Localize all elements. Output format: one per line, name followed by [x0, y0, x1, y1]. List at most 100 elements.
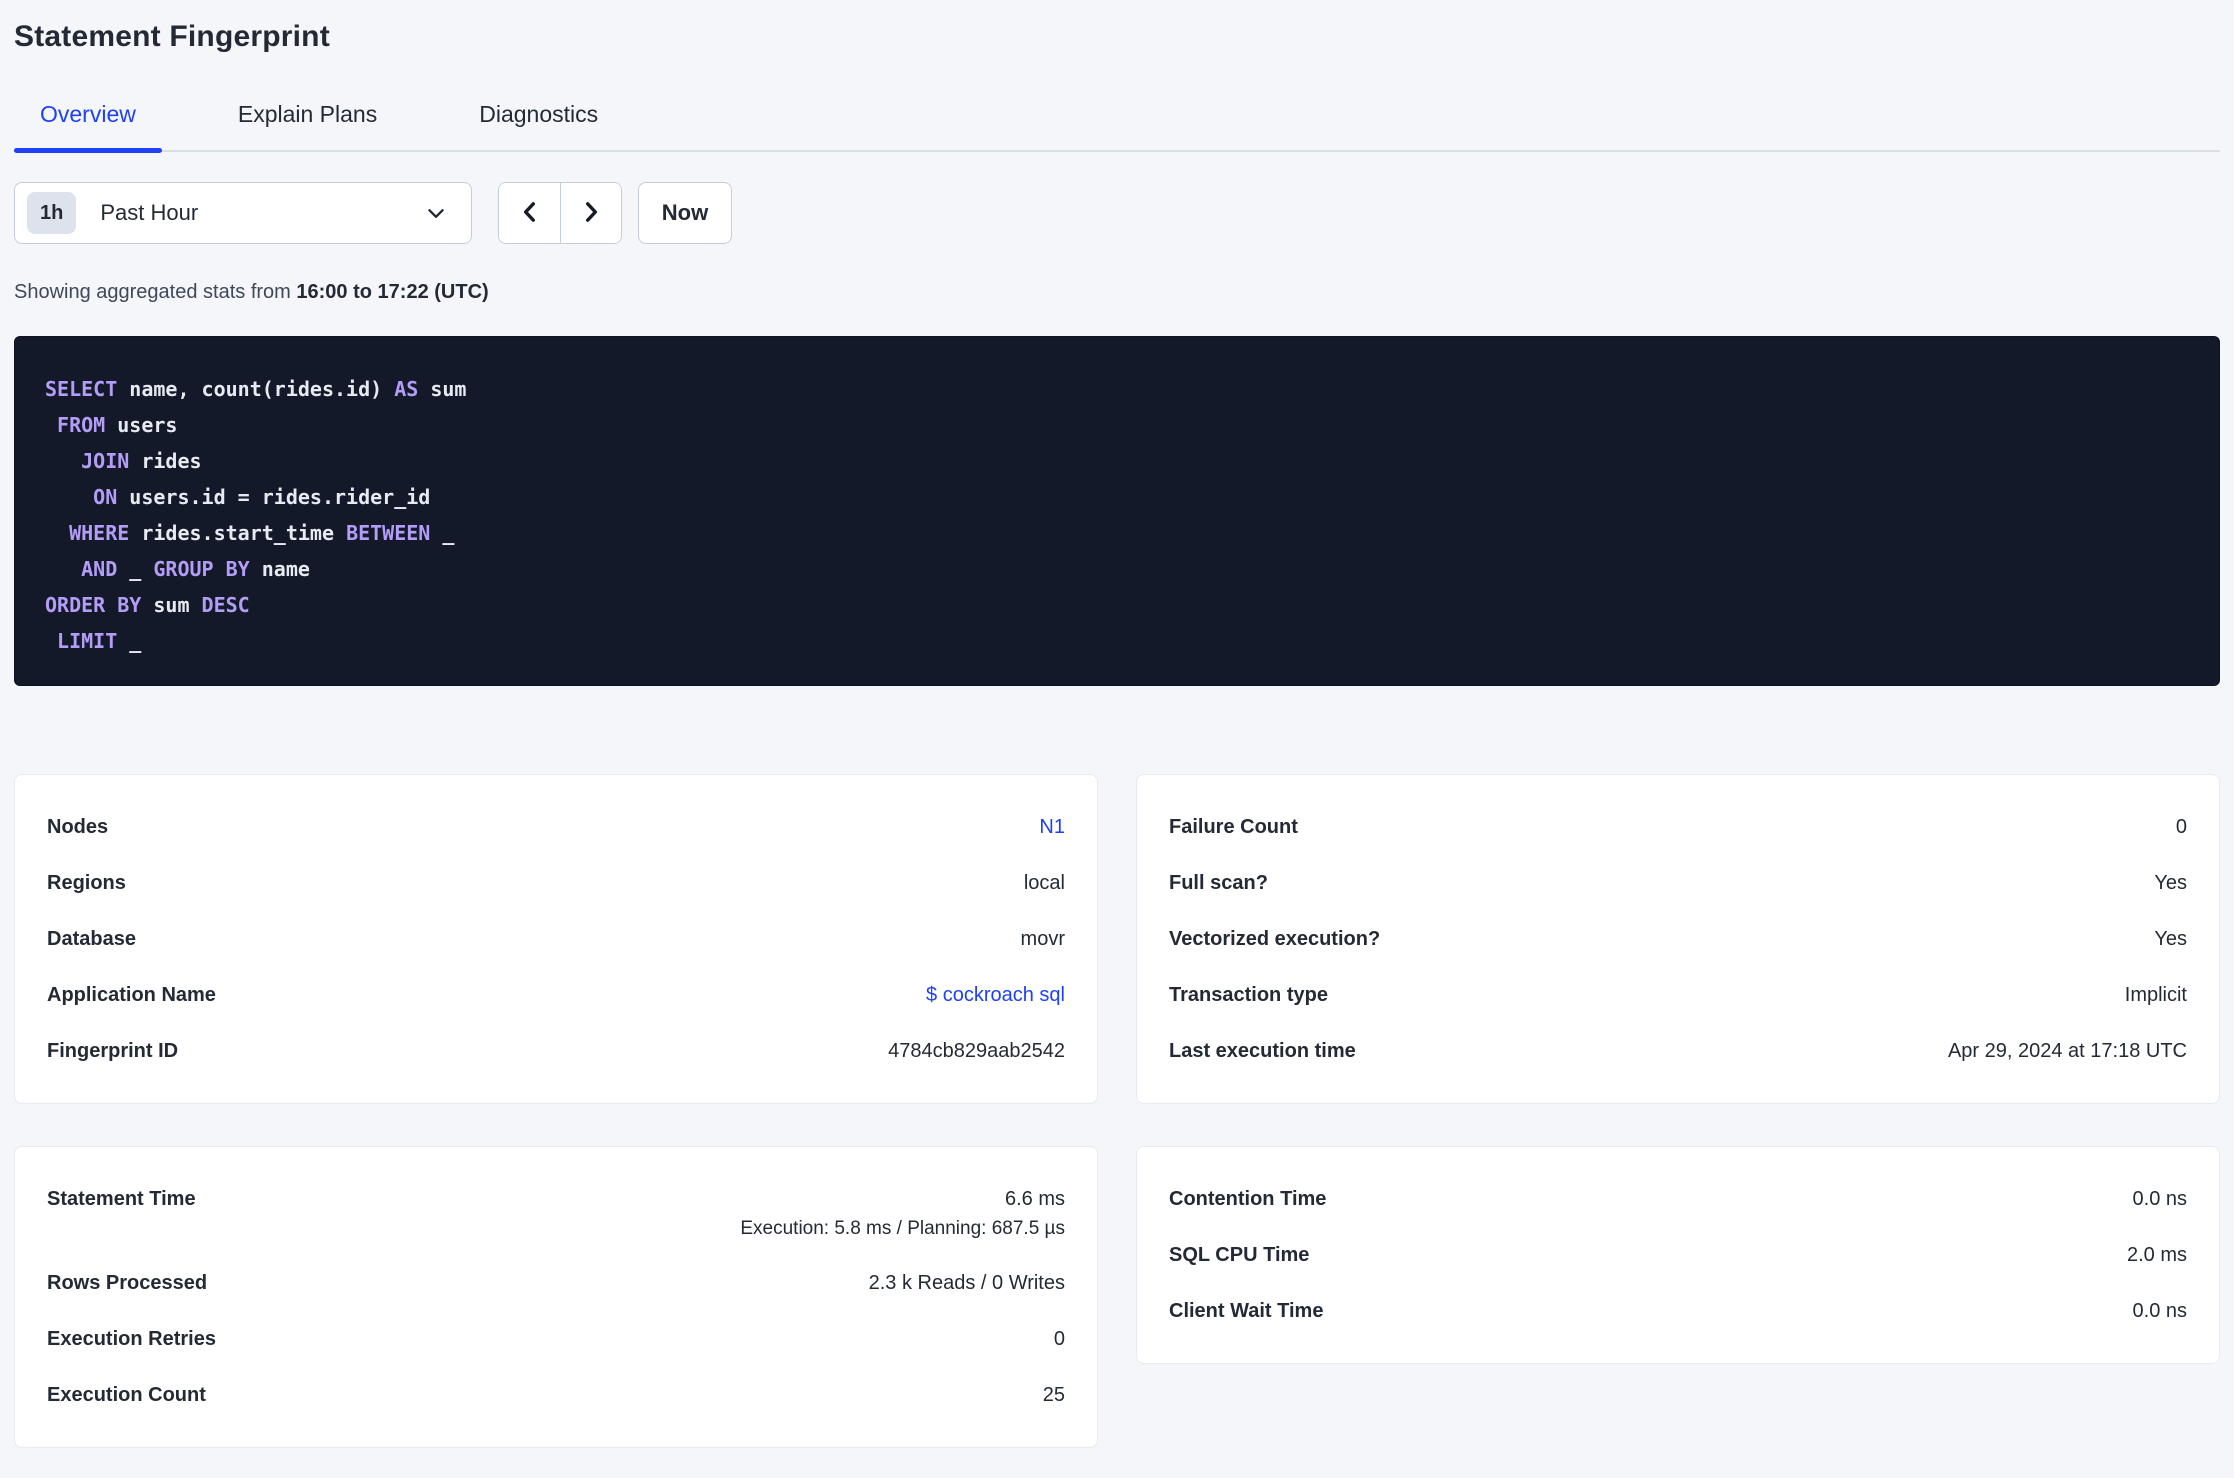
sql-keyword: LIMIT — [57, 629, 118, 653]
now-button[interactable]: Now — [638, 182, 732, 244]
statement-details-card: Nodes N1 Regions local Database movr Applicati… — [14, 774, 1098, 1104]
info-value-wrap: Implicit — [2125, 980, 2187, 1010]
tab-diagnostics[interactable]: Diagnostics — [453, 100, 624, 150]
info-row: Contention Time 0.0 ns — [1169, 1171, 2187, 1227]
time-controls: 1h Past Hour Now — [14, 182, 2220, 244]
info-label: Failure Count — [1169, 816, 1298, 838]
chevron-down-icon — [423, 200, 449, 226]
info-value-wrap: 0 — [1054, 1324, 1065, 1354]
info-value: 2.3 k Reads / 0 Writes — [868, 1272, 1065, 1294]
info-value-wrap: movr — [1021, 924, 1065, 954]
info-value: 0.0 ns — [2132, 1300, 2187, 1322]
info-label: SQL CPU Time — [1169, 1244, 1310, 1266]
aggregated-stats-range: 16:00 to 17:22 (UTC) — [296, 281, 489, 303]
cards-grid: Nodes N1 Regions local Database movr Applicati… — [14, 774, 2220, 1448]
info-value-wrap: 0.0 ns — [2133, 1296, 2187, 1326]
info-label: Client Wait Time — [1169, 1300, 1324, 1322]
info-label: Full scan? — [1169, 872, 1268, 894]
info-label: Execution Count — [47, 1384, 206, 1406]
tab-overview[interactable]: Overview — [14, 100, 162, 153]
time-range-label: Past Hour — [100, 200, 199, 225]
sql-line: JOIN rides — [45, 443, 2189, 479]
interval-arrows — [498, 182, 622, 244]
info-row: Nodes N1 — [47, 799, 1065, 855]
info-value: movr — [1020, 928, 1065, 950]
info-value-wrap: local — [1024, 868, 1065, 898]
time-interval-dropdown[interactable]: 1h Past Hour — [14, 182, 472, 244]
info-label: Execution Retries — [47, 1328, 216, 1350]
info-label: Database — [47, 928, 136, 950]
info-value-wrap: Yes — [2154, 868, 2187, 898]
info-value-wrap: 6.6 ms Execution: 5.8 ms / Planning: 687.… — [740, 1184, 1065, 1242]
next-interval-button[interactable] — [560, 183, 621, 243]
info-row: Last execution time Apr 29, 2024 at 17:18… — [1169, 1023, 2187, 1079]
info-label: Nodes — [47, 816, 109, 838]
sql-text: name — [249, 557, 310, 581]
info-value-wrap: 0.0 ns — [2133, 1184, 2187, 1214]
info-row: Application Name $ cockroach sql — [47, 967, 1065, 1023]
statement-fingerprint-page: Statement Fingerprint Overview Explain Pl… — [0, 20, 2234, 1448]
tab-label: Explain Plans — [237, 101, 378, 127]
sql-line: ORDER BY sum DESC — [45, 587, 2189, 623]
sql-line: AND _ GROUP BY name — [45, 551, 2189, 587]
sql-text: users.id = rides.rider_id — [117, 485, 431, 509]
sql-keyword: ORDER BY — [45, 593, 142, 617]
sql-keyword: JOIN — [81, 449, 130, 473]
tab-explain-plans[interactable]: Explain Plans — [212, 100, 403, 150]
sql-text: users — [105, 413, 178, 437]
info-value-wrap: 2.3 k Reads / 0 Writes — [869, 1268, 1065, 1298]
sql-line: FROM users — [45, 407, 2189, 443]
info-label: Contention Time — [1169, 1188, 1327, 1210]
info-label: Vectorized execution? — [1169, 928, 1381, 950]
sql-line: ON users.id = rides.rider_id — [45, 479, 2189, 515]
info-value: local — [1023, 872, 1065, 894]
info-row: Fingerprint ID 4784cb829aab2542 — [47, 1023, 1065, 1079]
info-row: Vectorized execution? Yes — [1169, 911, 2187, 967]
sql-keyword: WHERE — [69, 521, 130, 545]
info-value-link[interactable]: N1 — [1039, 812, 1065, 842]
tab-label: Diagnostics — [479, 101, 599, 127]
tab-bar: Overview Explain Plans Diagnostics — [14, 100, 2220, 153]
sql-keyword: BETWEEN — [346, 521, 431, 545]
info-label: Regions — [47, 872, 126, 894]
info-label: Application Name — [47, 984, 216, 1006]
info-row: Failure Count 0 — [1169, 799, 2187, 855]
sql-statement-box: SELECT name, count(rides.id) AS sum FROM… — [14, 336, 2220, 686]
sql-keyword: FROM — [57, 413, 106, 437]
info-value: 2.0 ms — [2126, 1244, 2187, 1266]
info-row: Rows Processed 2.3 k Reads / 0 Writes — [47, 1255, 1065, 1311]
info-row: Database movr — [47, 911, 1065, 967]
info-value-wrap: 0 — [2176, 812, 2187, 842]
sql-line: SELECT name, count(rides.id) AS sum — [45, 371, 2189, 407]
sql-keyword: SELECT — [45, 377, 118, 401]
info-label: Statement Time — [47, 1188, 196, 1210]
info-value-wrap: $ cockroach sql — [926, 980, 1065, 1010]
info-value: 0 — [2175, 816, 2187, 838]
sql-text: _ — [117, 557, 154, 581]
sql-keyword: GROUP BY — [153, 557, 250, 581]
wait-time-card: Contention Time 0.0 ns SQL CPU Time 2.0 ms C… — [1136, 1146, 2220, 1364]
info-row: Full scan? Yes — [1169, 855, 2187, 911]
info-row: Transaction type Implicit — [1169, 967, 2187, 1023]
info-value-wrap: N1 — [1039, 812, 1065, 842]
info-row: Regions local — [47, 855, 1065, 911]
info-value: Yes — [2154, 872, 2187, 894]
time-range-badge: 1h — [27, 192, 77, 234]
info-label: Fingerprint ID — [47, 1040, 179, 1062]
aggregated-stats-prefix: Showing aggregated stats from — [14, 281, 297, 303]
info-value-link[interactable]: $ cockroach sql — [926, 980, 1065, 1010]
sql-text: _ — [430, 521, 455, 545]
prev-interval-button[interactable] — [499, 183, 560, 243]
info-label: Last execution time — [1169, 1040, 1356, 1062]
info-value-wrap: 2.0 ms — [2127, 1240, 2187, 1270]
info-label: Rows Processed — [47, 1272, 208, 1294]
info-value-wrap: 25 — [1043, 1380, 1065, 1410]
info-value: Yes — [2154, 928, 2187, 950]
sql-text: rides.start_time — [129, 521, 347, 545]
sql-text: _ — [117, 629, 142, 653]
info-row: Client Wait Time 0.0 ns — [1169, 1283, 2187, 1339]
